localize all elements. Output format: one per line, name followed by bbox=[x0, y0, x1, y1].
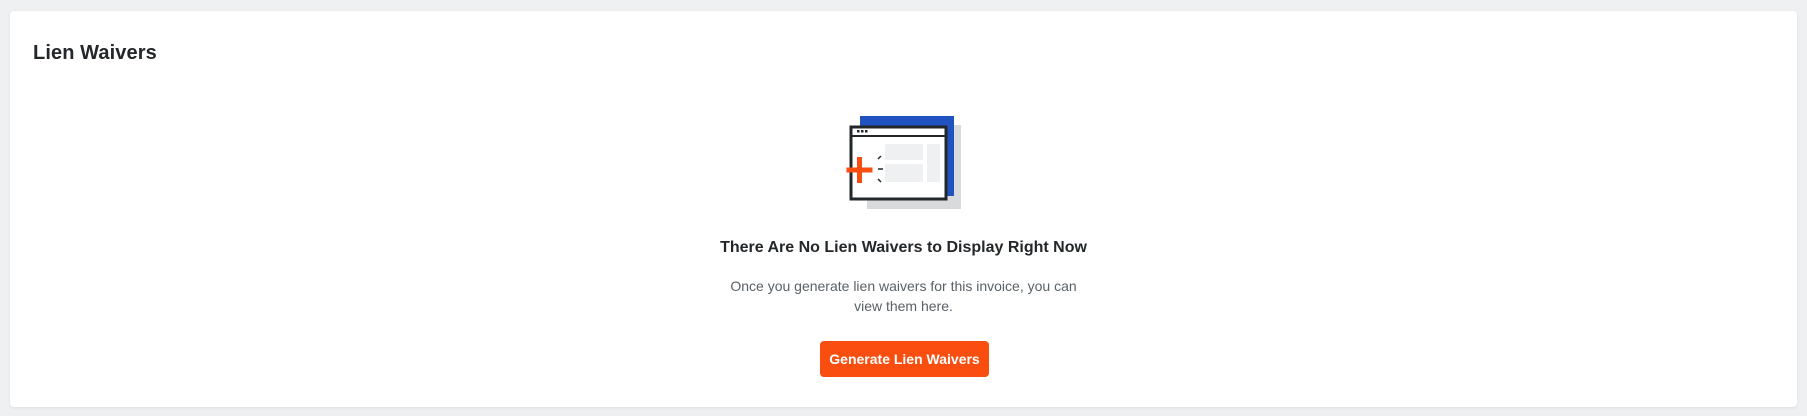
lien-waivers-card: Lien Waivers There Are No Lien Waivers t… bbox=[10, 11, 1797, 407]
generate-lien-waivers-button[interactable]: Generate Lien Waivers bbox=[820, 341, 989, 377]
empty-state: There Are No Lien Waivers to Display Rig… bbox=[10, 11, 1797, 407]
empty-document-add-icon bbox=[846, 116, 961, 209]
empty-state-description: Once you generate lien waivers for this … bbox=[730, 278, 1077, 314]
empty-state-heading: There Are No Lien Waivers to Display Rig… bbox=[720, 239, 1087, 256]
